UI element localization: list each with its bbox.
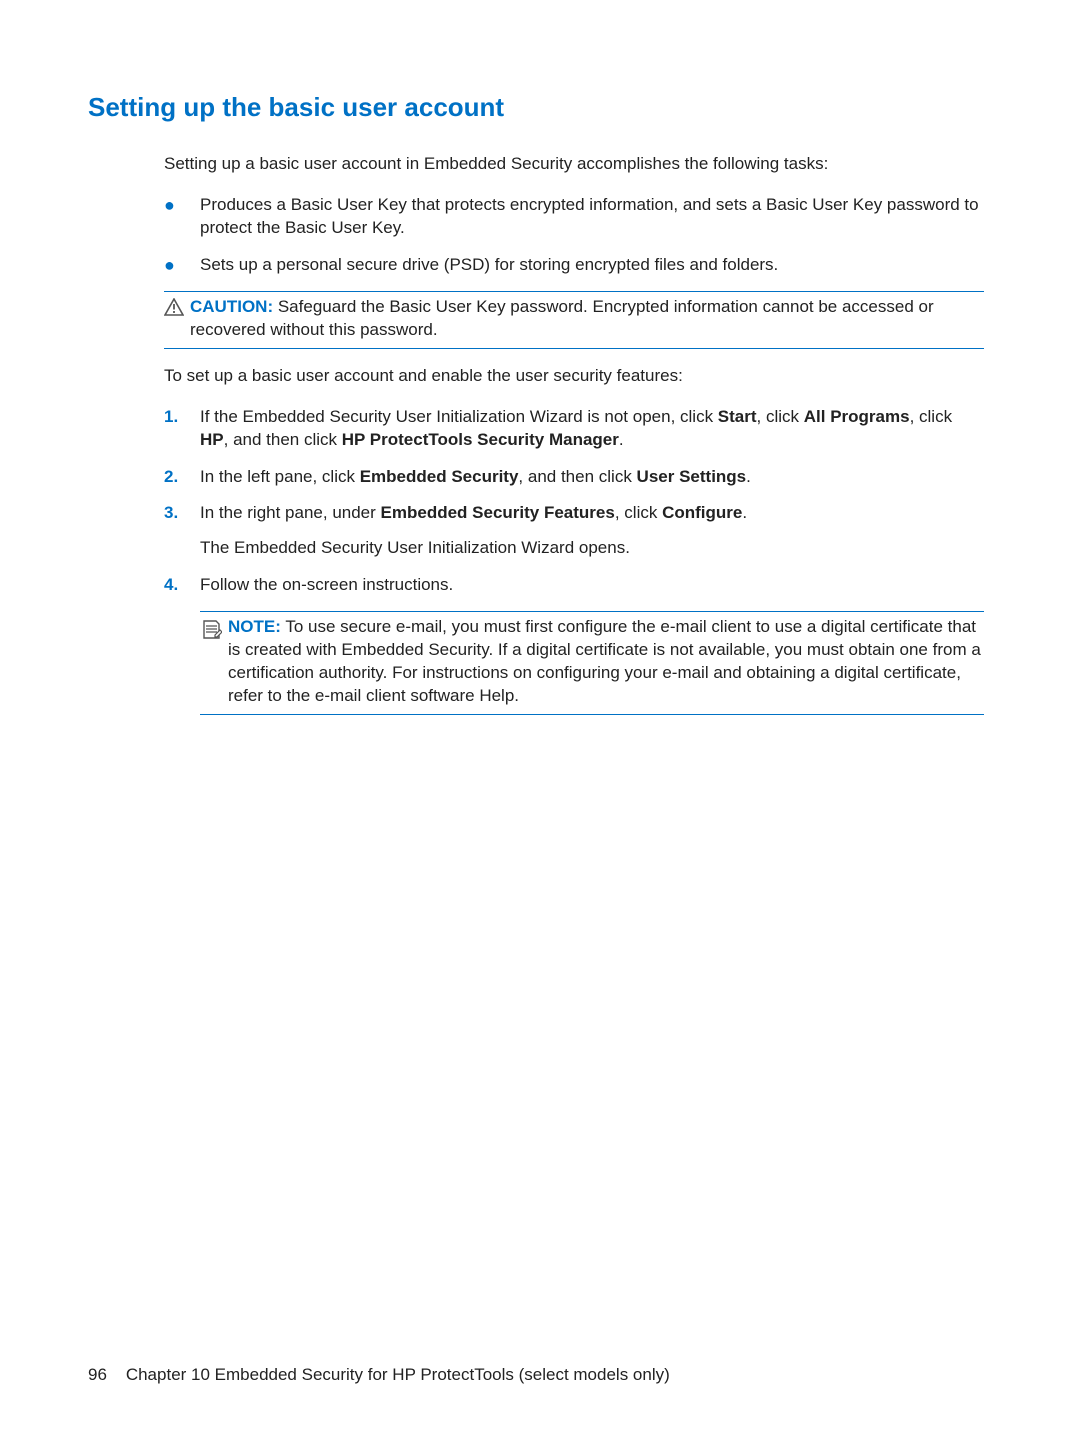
caution-body: CAUTION: Safeguard the Basic User Key pa… bbox=[190, 296, 984, 342]
note-callout: NOTE: To use secure e-mail, you must fir… bbox=[200, 611, 984, 715]
bullet-icon: ● bbox=[164, 254, 200, 274]
ui-term: Embedded Security bbox=[360, 467, 519, 486]
caution-text: Safeguard the Basic User Key password. E… bbox=[190, 297, 934, 339]
caution-callout: CAUTION: Safeguard the Basic User Key pa… bbox=[164, 291, 984, 349]
list-item: 3. In the right pane, under Embedded Sec… bbox=[164, 502, 984, 560]
text-frag: In the right pane, under bbox=[200, 503, 381, 522]
step-text: In the left pane, click Embedded Securit… bbox=[200, 466, 984, 489]
ui-term: HP bbox=[200, 430, 224, 449]
text-frag: . bbox=[619, 430, 624, 449]
list-item-text: Sets up a personal secure drive (PSD) fo… bbox=[200, 254, 984, 277]
text-frag: , click bbox=[910, 407, 953, 426]
note-body: NOTE: To use secure e-mail, you must fir… bbox=[228, 616, 984, 708]
ui-term: User Settings bbox=[637, 467, 747, 486]
ui-term: All Programs bbox=[804, 407, 910, 426]
text-frag: , click bbox=[757, 407, 804, 426]
step-number: 1. bbox=[164, 406, 200, 429]
list-item-text: Produces a Basic User Key that protects … bbox=[200, 194, 984, 240]
step-text: In the right pane, under Embedded Securi… bbox=[200, 502, 984, 560]
step-text: If the Embedded Security User Initializa… bbox=[200, 406, 984, 452]
note-wrapper: NOTE: To use secure e-mail, you must fir… bbox=[164, 611, 984, 715]
text-frag: . bbox=[742, 503, 747, 522]
list-item: 4. Follow the on-screen instructions. bbox=[164, 574, 984, 597]
section-title: Setting up the basic user account bbox=[88, 90, 984, 125]
step-number: 2. bbox=[164, 466, 200, 489]
list-item: ● Produces a Basic User Key that protect… bbox=[164, 194, 984, 240]
ui-term: Start bbox=[718, 407, 757, 426]
text-frag: . bbox=[746, 467, 751, 486]
bullet-icon: ● bbox=[164, 194, 200, 214]
page-number: 96 bbox=[88, 1365, 107, 1384]
step-number: 3. bbox=[164, 502, 200, 525]
step-text: Follow the on-screen instructions. bbox=[200, 574, 984, 597]
note-label: NOTE: bbox=[228, 617, 281, 636]
step-list: 1. If the Embedded Security User Initial… bbox=[164, 406, 984, 598]
task-list: ● Produces a Basic User Key that protect… bbox=[164, 194, 984, 277]
list-item: ● Sets up a personal secure drive (PSD) … bbox=[164, 254, 984, 277]
note-icon bbox=[200, 618, 222, 640]
step-subtext: The Embedded Security User Initializatio… bbox=[200, 537, 984, 560]
content-block: Setting up a basic user account in Embed… bbox=[88, 153, 984, 715]
ui-term: Embedded Security Features bbox=[381, 503, 615, 522]
text-frag: , and then click bbox=[518, 467, 636, 486]
list-item: 1. If the Embedded Security User Initial… bbox=[164, 406, 984, 452]
caution-label: CAUTION: bbox=[190, 297, 273, 316]
warning-icon bbox=[164, 298, 184, 316]
note-text: To use secure e-mail, you must first con… bbox=[228, 617, 981, 705]
lead-text: To set up a basic user account and enabl… bbox=[164, 365, 984, 388]
text-frag: , click bbox=[615, 503, 662, 522]
chapter-label: Chapter 10 Embedded Security for HP Prot… bbox=[126, 1365, 670, 1384]
text-frag: , and then click bbox=[224, 430, 342, 449]
text-frag: If the Embedded Security User Initializa… bbox=[200, 407, 718, 426]
ui-term: Configure bbox=[662, 503, 742, 522]
page-footer: 96 Chapter 10 Embedded Security for HP P… bbox=[88, 1364, 670, 1387]
intro-text: Setting up a basic user account in Embed… bbox=[164, 153, 984, 176]
list-item: 2. In the left pane, click Embedded Secu… bbox=[164, 466, 984, 489]
ui-term: HP ProtectTools Security Manager bbox=[342, 430, 619, 449]
page-body: Setting up the basic user account Settin… bbox=[0, 0, 1080, 715]
text-frag: In the left pane, click bbox=[200, 467, 360, 486]
step-number: 4. bbox=[164, 574, 200, 597]
